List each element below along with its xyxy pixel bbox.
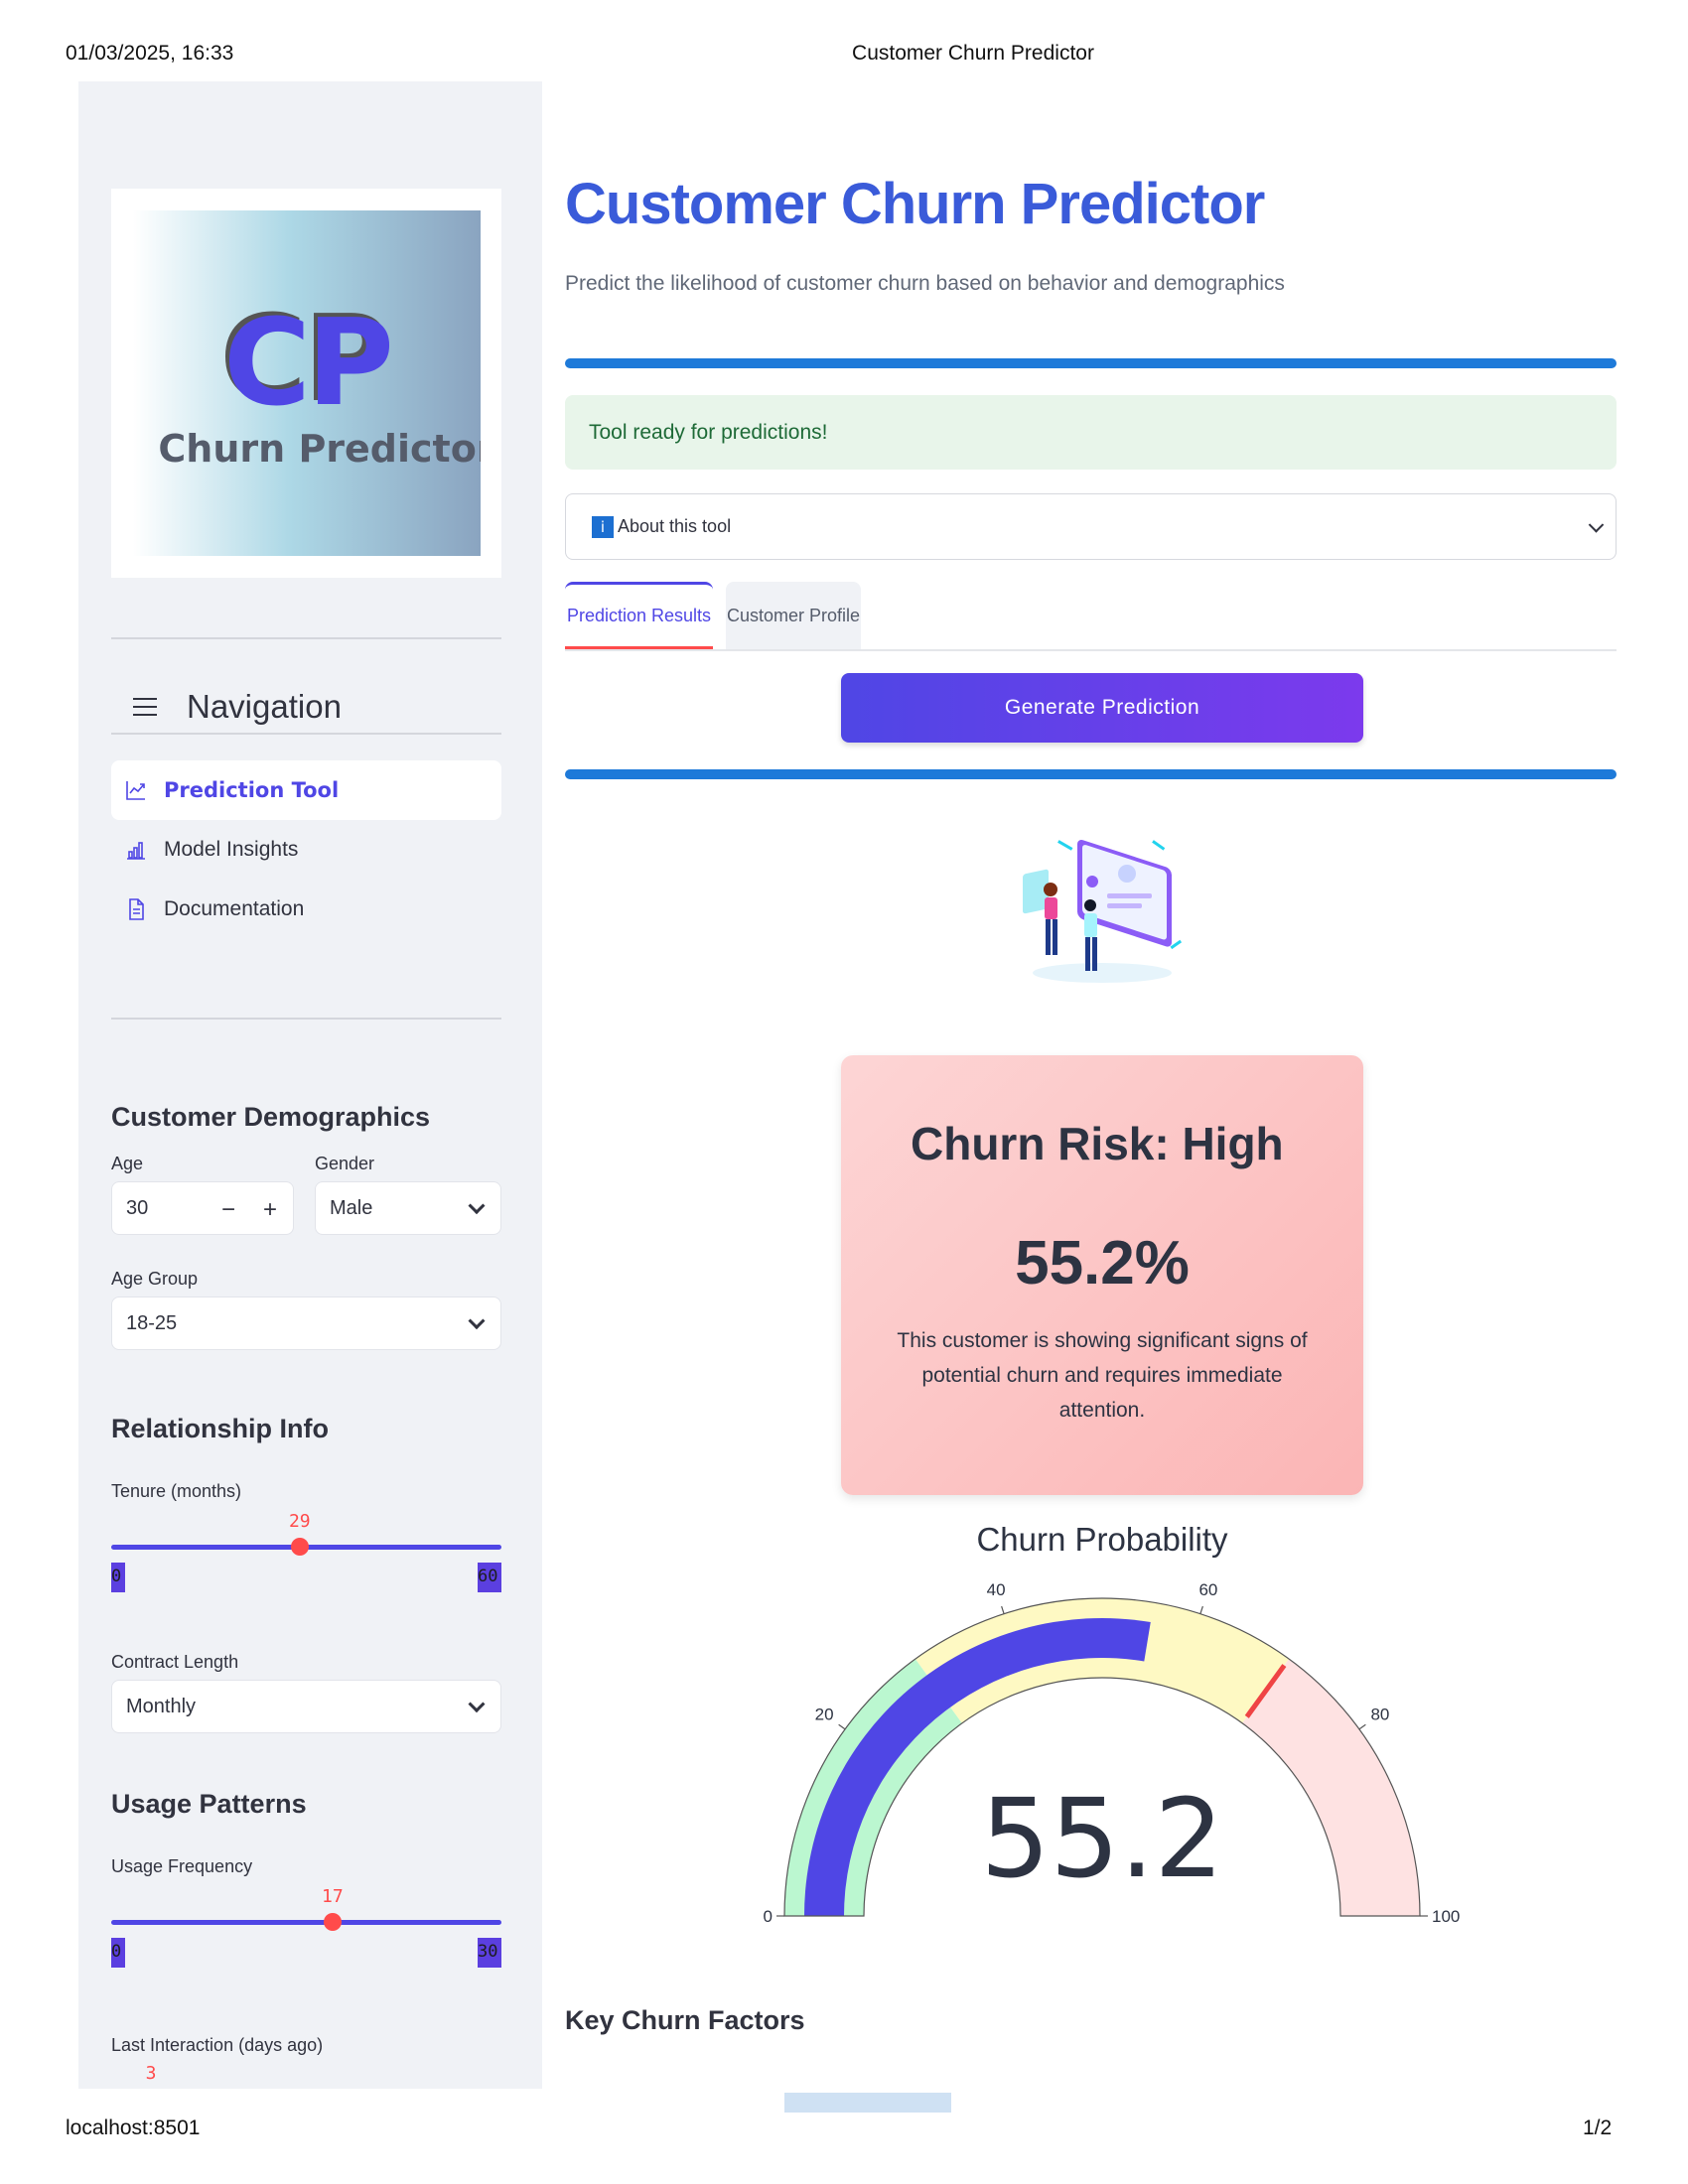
gauge-tick-mark bbox=[1199, 1605, 1203, 1614]
gender-value: Male bbox=[330, 1196, 373, 1219]
frequency-max-label: 30 bbox=[478, 1938, 501, 1968]
tab-prediction-results[interactable]: Prediction Results bbox=[565, 582, 713, 649]
frequency-slider-handle[interactable] bbox=[323, 1913, 342, 1931]
nav-item-label: Model Insights bbox=[164, 838, 299, 861]
gauge-tick-mark bbox=[1358, 1723, 1366, 1730]
risk-description: This customer is showing significant sig… bbox=[897, 1329, 1308, 1422]
tab-customer-profile[interactable]: Customer Profile bbox=[726, 582, 861, 649]
gauge-title: Churn Probability bbox=[976, 1521, 1228, 1558]
contract-value: Monthly bbox=[126, 1695, 197, 1717]
print-page-number: 1/2 bbox=[1583, 2116, 1613, 2139]
expander-label: About this tool bbox=[618, 516, 732, 536]
success-alert: Tool ready for predictions! bbox=[565, 395, 1617, 470]
nav-item-label: Prediction Tool bbox=[164, 778, 340, 802]
gauge-tick-mark bbox=[838, 1723, 846, 1730]
about-expander[interactable]: i About this tool bbox=[565, 493, 1617, 560]
age-label: Age bbox=[111, 1154, 144, 1173]
page-title: Customer Churn Predictor bbox=[565, 172, 1265, 236]
gauge-tick-label: 20 bbox=[815, 1706, 834, 1724]
nav-item-label: Documentation bbox=[164, 897, 305, 920]
tenure-max-label: 60 bbox=[478, 1563, 501, 1592]
nav-header: Navigation bbox=[111, 681, 501, 735]
churn-probability-gauge: Churn Probability 0 20 40 60 80 100 55.2 bbox=[764, 1521, 1461, 1926]
nav-item-documentation[interactable]: Documentation bbox=[111, 880, 501, 939]
chart-line-icon bbox=[126, 781, 145, 800]
print-page-title: Customer Churn Predictor bbox=[852, 42, 1094, 65]
gauge-tick-label: 80 bbox=[1370, 1706, 1389, 1724]
age-number-input[interactable]: 30 − + bbox=[111, 1181, 294, 1235]
bar-chart-icon bbox=[127, 842, 145, 860]
gauge-value: 55.2 bbox=[981, 1775, 1224, 1902]
document-icon bbox=[129, 898, 144, 920]
chevron-down-icon bbox=[468, 1197, 486, 1215]
frequency-slider-value: 17 bbox=[321, 1886, 344, 1907]
relationship-title: Relationship Info bbox=[111, 1414, 329, 1443]
logo-card: CP Churn Predictor bbox=[111, 189, 501, 578]
gauge-tick-mark bbox=[1001, 1605, 1005, 1614]
tab-bar: Prediction Results Customer Profile bbox=[565, 582, 1617, 651]
decrement-button[interactable]: − bbox=[221, 1196, 235, 1224]
generate-prediction-button[interactable]: Generate Prediction bbox=[841, 673, 1363, 743]
success-message: Tool ready for predictions! bbox=[589, 420, 828, 444]
progress-bar bbox=[565, 358, 1617, 368]
progress-bar bbox=[565, 769, 1617, 779]
logo-image: CP Churn Predictor bbox=[133, 210, 481, 556]
gauge-tick-label: 0 bbox=[764, 1907, 773, 1926]
age-group-select[interactable]: 18-25 bbox=[111, 1297, 501, 1350]
risk-percentage: 55.2% bbox=[1015, 1229, 1190, 1297]
sidebar-divider bbox=[111, 1018, 501, 1020]
key-churn-factors-title: Key Churn Factors bbox=[565, 2005, 805, 2035]
info-icon: i bbox=[592, 515, 614, 538]
contract-label: Contract Length bbox=[111, 1652, 239, 1672]
age-group-value: 18-25 bbox=[126, 1311, 178, 1334]
tenure-min-label: 0 bbox=[111, 1563, 125, 1592]
factor-bar bbox=[784, 2093, 951, 2113]
tenure-label: Tenure (months) bbox=[111, 1481, 242, 1501]
gender-label: Gender bbox=[315, 1154, 375, 1173]
chevron-down-icon bbox=[468, 1312, 486, 1330]
tenure-slider-handle[interactable] bbox=[290, 1538, 309, 1556]
page-subtitle: Predict the likelihood of customer churn… bbox=[565, 272, 1285, 295]
print-url: localhost:8501 bbox=[66, 2116, 201, 2139]
gender-select[interactable]: Male bbox=[315, 1181, 501, 1235]
gauge-tick-label: 100 bbox=[1432, 1907, 1460, 1926]
sidebar-divider bbox=[111, 637, 501, 639]
nav-item-model-insights[interactable]: Model Insights bbox=[111, 820, 501, 880]
demographics-title: Customer Demographics bbox=[111, 1102, 431, 1132]
risk-title: Churn Risk: High bbox=[911, 1118, 1284, 1169]
contract-select[interactable]: Monthly bbox=[111, 1680, 501, 1733]
churn-risk-card: Churn Risk: High 55.2% This customer is … bbox=[841, 1055, 1363, 1495]
chevron-down-icon bbox=[1588, 516, 1605, 533]
analytics-illustration bbox=[1023, 840, 1183, 983]
frequency-min-label: 0 bbox=[111, 1938, 125, 1968]
frequency-slider[interactable] bbox=[111, 1920, 501, 1925]
usage-title: Usage Patterns bbox=[111, 1789, 307, 1819]
gauge-tick-label: 40 bbox=[987, 1580, 1006, 1599]
logo-monogram: CP bbox=[222, 295, 394, 433]
last-interaction-slider-value: 3 bbox=[145, 2063, 157, 2084]
nav-title: Navigation bbox=[187, 688, 342, 725]
nav-item-prediction-tool[interactable]: Prediction Tool bbox=[111, 760, 501, 820]
increment-button[interactable]: + bbox=[263, 1196, 277, 1224]
tenure-slider-value: 29 bbox=[288, 1511, 311, 1532]
menu-icon bbox=[133, 698, 157, 716]
gauge-tick-label: 60 bbox=[1198, 1580, 1217, 1599]
age-value: 30 bbox=[126, 1196, 149, 1219]
chevron-down-icon bbox=[468, 1696, 486, 1713]
frequency-label: Usage Frequency bbox=[111, 1856, 253, 1876]
logo-text: Churn Predictor bbox=[158, 427, 481, 471]
sidebar: CP Churn Predictor Navigation Prediction… bbox=[78, 81, 542, 2089]
age-group-label: Age Group bbox=[111, 1269, 199, 1289]
last-interaction-label: Last Interaction (days ago) bbox=[111, 2035, 324, 2055]
